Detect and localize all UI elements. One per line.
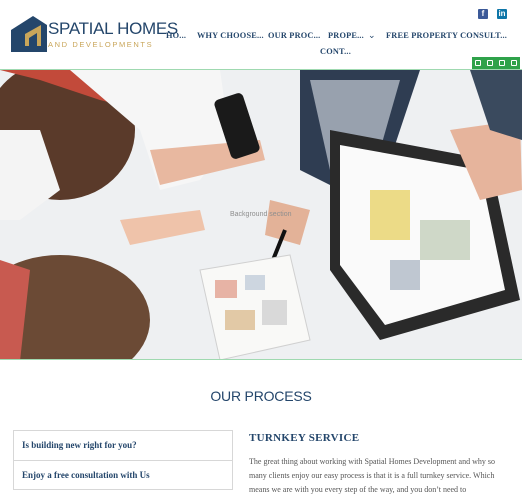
accordion-item-free-consultation[interactable]: Enjoy a free consultation with Us (13, 460, 233, 490)
facebook-icon[interactable]: f (478, 9, 488, 19)
background-section-label: Background section (230, 211, 292, 218)
move-icon[interactable] (475, 60, 481, 66)
copy-icon[interactable] (499, 60, 505, 66)
chevron-down-icon[interactable]: ⌄ (368, 30, 376, 41)
site-header: SPATIAL HOMES AND DEVELOPMENTS f in HO..… (0, 0, 522, 69)
hero-background-section[interactable]: Background section (0, 69, 522, 360)
nav-item-home[interactable]: HO... (166, 31, 186, 40)
nav-item-contact[interactable]: CONT... (320, 47, 351, 56)
nav-item-free-consultation[interactable]: FREE PROPERTY CONSULT... (386, 31, 507, 40)
delete-icon[interactable] (511, 60, 517, 66)
logo-mark-icon (11, 16, 47, 52)
logo-title: SPATIAL HOMES (48, 19, 178, 38)
settings-icon[interactable] (487, 60, 493, 66)
linkedin-icon[interactable]: in (497, 9, 507, 19)
logo[interactable]: SPATIAL HOMES AND DEVELOPMENTS (11, 16, 178, 54)
nav-item-properties[interactable]: PROPE... (328, 31, 364, 40)
editor-toolbar (472, 57, 520, 69)
content-title: TURNKEY SERVICE (249, 432, 360, 444)
content-text: The great thing about working with Spati… (249, 457, 495, 494)
accordion-item-building-new[interactable]: Is building new right for you? (13, 430, 233, 460)
process-accordion: Is building new right for you? Enjoy a f… (13, 430, 233, 490)
nav-item-our-process[interactable]: OUR PROC... (268, 31, 320, 40)
logo-tagline: AND DEVELOPMENTS (48, 40, 154, 49)
section-title-our-process: OUR PROCESS (210, 388, 312, 404)
nav-item-why-choose[interactable]: WHY CHOOSE... (197, 31, 264, 40)
